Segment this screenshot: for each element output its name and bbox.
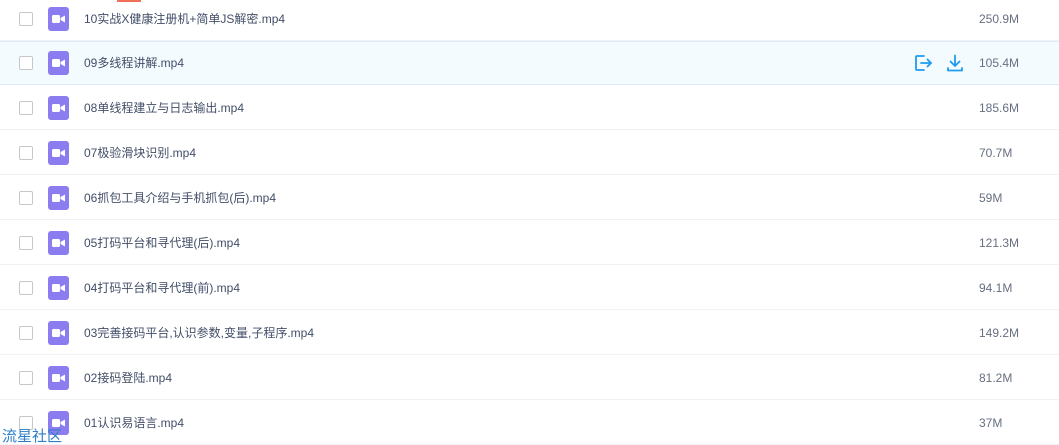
file-name[interactable]: 04打码平台和寻代理(前).mp4: [84, 280, 240, 296]
file-row[interactable]: 04打码平台和寻代理(前).mp4 94.1M: [0, 266, 1059, 310]
file-name[interactable]: 07极验滑块识别.mp4: [84, 145, 196, 161]
download-icon[interactable]: [945, 53, 965, 73]
file-size: 185.6M: [979, 100, 1020, 115]
file-size: 37M: [979, 415, 1003, 430]
file-row[interactable]: 01认识易语言.mp4 37M: [0, 401, 1059, 445]
file-name[interactable]: 09多线程讲解.mp4: [84, 55, 184, 71]
video-file-icon: [48, 230, 69, 255]
file-row[interactable]: 06抓包工具介绍与手机抓包(后).mp4 59M: [0, 176, 1059, 220]
file-name[interactable]: 01认识易语言.mp4: [84, 415, 184, 431]
file-size: 81.2M: [979, 370, 1013, 385]
file-size: 94.1M: [979, 280, 1013, 295]
row-checkbox[interactable]: [19, 56, 33, 70]
row-checkbox[interactable]: [19, 11, 33, 26]
video-file-icon: [48, 95, 69, 120]
video-file-icon: [48, 140, 69, 165]
file-size: 250.9M: [979, 11, 1020, 26]
video-file-icon: [48, 51, 69, 75]
file-size: 59M: [979, 190, 1003, 205]
file-row[interactable]: 09多线程讲解.mp4 105.4M: [0, 41, 1059, 85]
file-size: 105.4M: [979, 56, 1020, 70]
row-checkbox[interactable]: [19, 190, 33, 205]
file-size: 149.2M: [979, 325, 1020, 340]
file-row[interactable]: 07极验滑块识别.mp4 70.7M: [0, 131, 1059, 175]
file-row[interactable]: 10实战X健康注册机+简单JS解密.mp4 250.9M: [0, 0, 1059, 41]
file-row[interactable]: 08单线程建立与日志输出.mp4 185.6M: [0, 86, 1059, 130]
row-checkbox[interactable]: [19, 145, 33, 160]
file-name[interactable]: 06抓包工具介绍与手机抓包(后).mp4: [84, 190, 276, 206]
file-row[interactable]: 02接码登陆.mp4 81.2M: [0, 356, 1059, 400]
share-export-icon[interactable]: [913, 53, 933, 73]
file-name[interactable]: 03完善接码平台,认识参数,变量,子程序.mp4: [84, 325, 314, 341]
video-file-icon: [48, 365, 69, 390]
row-checkbox[interactable]: [19, 325, 33, 340]
file-name[interactable]: 10实战X健康注册机+简单JS解密.mp4: [84, 11, 285, 27]
file-size: 121.3M: [979, 235, 1020, 250]
video-file-icon: [48, 185, 69, 210]
file-row[interactable]: 03完善接码平台,认识参数,变量,子程序.mp4 149.2M: [0, 311, 1059, 355]
file-name[interactable]: 05打码平台和寻代理(后).mp4: [84, 235, 240, 251]
row-checkbox[interactable]: [19, 100, 33, 115]
file-name[interactable]: 02接码登陆.mp4: [84, 370, 172, 386]
file-size: 70.7M: [979, 145, 1013, 160]
file-list: 10实战X健康注册机+简单JS解密.mp4 250.9M 09多线程讲解.mp4…: [0, 0, 1059, 445]
video-file-icon: [48, 275, 69, 300]
row-checkbox[interactable]: [19, 370, 33, 385]
file-name[interactable]: 08单线程建立与日志输出.mp4: [84, 100, 244, 116]
watermark-text: 流星社区: [2, 427, 63, 445]
row-checkbox[interactable]: [19, 280, 33, 295]
video-file-icon: [48, 6, 69, 31]
video-file-icon: [48, 320, 69, 345]
row-checkbox[interactable]: [19, 235, 33, 250]
file-row[interactable]: 05打码平台和寻代理(后).mp4 121.3M: [0, 221, 1059, 265]
